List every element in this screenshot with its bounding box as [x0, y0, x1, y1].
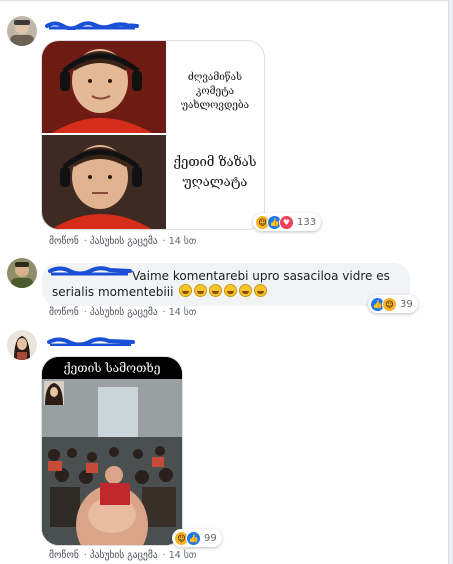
top-divider	[0, 0, 453, 1]
reply-button[interactable]: პასუხის გაცემა	[90, 307, 158, 318]
comment-actions: მოწონ · პასუხის გაცემა · 14 სთ	[49, 236, 197, 247]
avatar-image	[7, 16, 37, 46]
avatar[interactable]	[7, 258, 37, 288]
meme-bottom-caption: ქეთიმ ზაზას უღალატა	[173, 155, 257, 190]
haha-icon: ☺	[382, 296, 397, 312]
avatar[interactable]	[7, 16, 37, 46]
reply-button[interactable]: პასუხის გაცემა	[90, 550, 158, 561]
meme-top-caption: ძღვამიწას კომეტა უახლოვდება	[180, 72, 250, 111]
reaction-count: 133	[297, 216, 317, 228]
avatar[interactable]	[7, 330, 37, 360]
love-icon: ♥	[279, 214, 294, 230]
timestamp[interactable]: 14 სთ	[169, 550, 197, 561]
laughing-emoji-icon	[194, 284, 208, 297]
meme-photo	[42, 41, 264, 229]
laughing-emoji-icon	[224, 284, 238, 297]
avatar-image	[7, 330, 37, 360]
like-button[interactable]: მოწონ	[49, 550, 79, 561]
reaction-count: 39	[400, 298, 413, 310]
reaction-count: 99	[204, 532, 217, 544]
laughing-emoji-icon	[239, 284, 253, 297]
laughing-emoji-row	[177, 284, 268, 299]
avatar-image	[7, 258, 37, 288]
meme-image-drake[interactable]: ძღვამიწას კომეტა უახლოვდება ქეთიმ ზაზას …	[41, 40, 265, 230]
redacted-author-name	[45, 21, 139, 30]
reaction-summary[interactable]: 👍 ☺ 39	[368, 295, 418, 313]
laughing-emoji-icon	[254, 284, 268, 297]
timestamp[interactable]: 14 სთ	[169, 236, 197, 247]
laughing-emoji-icon	[179, 284, 193, 297]
meme-image-audience[interactable]: ქეთის სამოთხე	[41, 356, 183, 546]
redacted-author-name	[47, 337, 135, 346]
like-button[interactable]: მოწონ	[49, 236, 79, 247]
like-icon: 👍	[186, 530, 201, 546]
timestamp[interactable]: 14 სთ	[169, 307, 197, 318]
comment-actions: მოწონ · პასუხის გაცემა · 14 სთ	[49, 307, 197, 318]
like-button[interactable]: მოწონ	[49, 307, 79, 318]
comment-bubble: Vaime komentarebi upro sasaciloa vidre e…	[42, 263, 410, 306]
redacted-author-name	[48, 266, 132, 276]
laughing-emoji-icon	[209, 284, 223, 297]
reply-button[interactable]: პასუხის გაცემა	[90, 236, 158, 247]
reaction-summary[interactable]: ☺ 👍 99	[172, 529, 222, 547]
comment-actions: მოწონ · პასუხის გაცემა · 14 სთ	[49, 550, 197, 561]
reaction-summary[interactable]: ☺ 👍 ♥ 133	[253, 213, 322, 231]
scrollbar[interactable]	[448, 0, 453, 564]
meme-caption: ქეთის სამოთხე	[63, 361, 161, 375]
meme-photo	[42, 357, 182, 545]
